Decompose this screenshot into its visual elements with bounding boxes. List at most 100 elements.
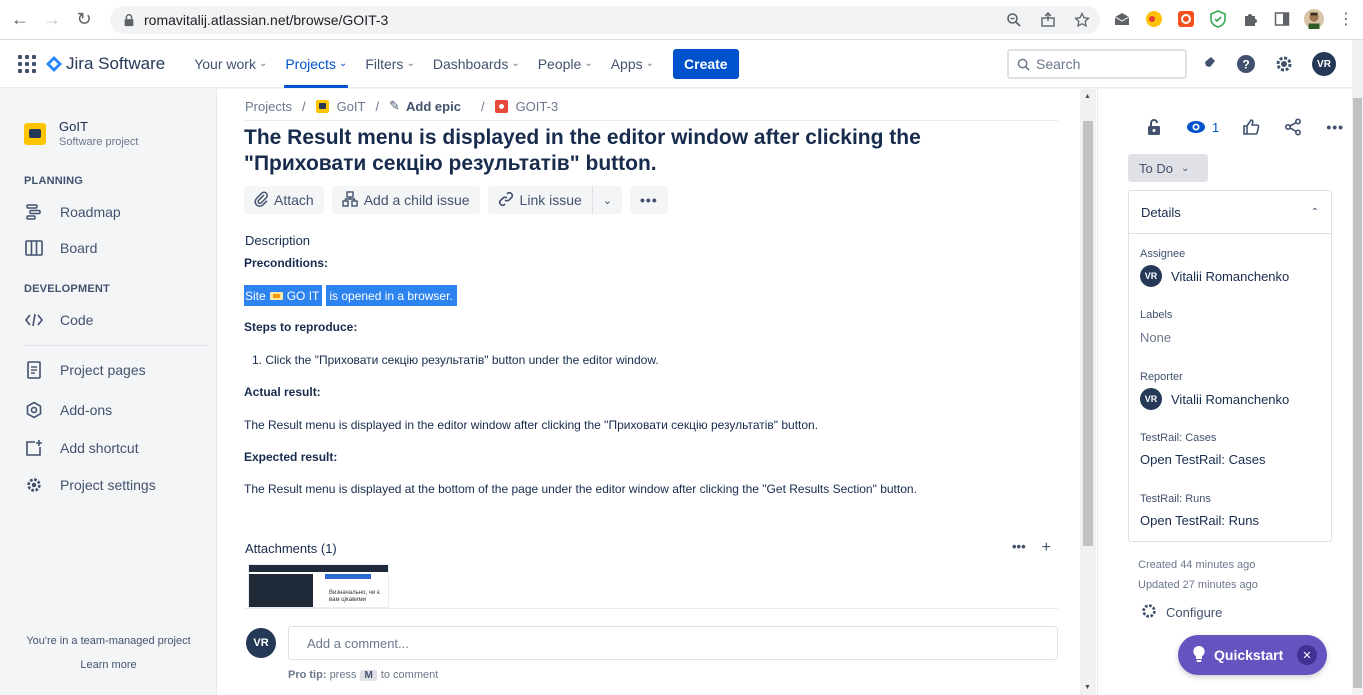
project-name: GoIT (59, 119, 88, 134)
reporter-label: Reporter (1140, 371, 1183, 383)
nav-dashboards[interactable]: Dashboards ⌄ (424, 40, 529, 88)
issue-key[interactable]: GOIT-3 (516, 99, 559, 114)
breadcrumb-project[interactable]: GoIT (337, 99, 366, 114)
nav-people[interactable]: People ⌄ (529, 40, 602, 88)
avatar: VR (1140, 265, 1162, 287)
more-horizontal-icon[interactable]: ••• (1325, 117, 1345, 137)
add-epic-link[interactable]: Add epic (406, 99, 461, 114)
chevron-down-icon: ⌄ (645, 58, 655, 69)
lock-icon[interactable] (1144, 117, 1164, 137)
record-extension-icon[interactable] (1176, 9, 1196, 29)
chevron-down-icon: ⌄ (584, 58, 593, 69)
link-issue-dropdown[interactable]: ⌄ (593, 186, 622, 214)
settings-gear-icon[interactable] (1274, 54, 1294, 74)
attachment-thumbnail[interactable]: Визначально, чи є вам цікавими (248, 564, 389, 608)
profile-avatar-icon[interactable] (1304, 9, 1324, 29)
breadcrumb: Projects / GoIT / ✎ Add epic / GOIT-3 (245, 98, 559, 114)
sidebar-item-add-shortcut[interactable]: Add shortcut (24, 438, 139, 458)
app-switcher-icon[interactable] (18, 54, 36, 73)
page-icon (24, 360, 44, 380)
bug-issue-icon (494, 99, 508, 113)
learn-more-link[interactable]: Learn more (0, 659, 217, 671)
attachments-label: Attachments (1) (245, 541, 337, 556)
comment-avatar: VR (246, 628, 276, 658)
testrail-cases-link[interactable]: Open TestRail: Cases (1140, 452, 1266, 467)
sidebar-item-project-pages[interactable]: Project pages (24, 360, 146, 380)
settings-gear-icon (24, 475, 44, 495)
watch-button[interactable]: 1 (1186, 120, 1219, 135)
testrail-runs-link[interactable]: Open TestRail: Runs (1140, 513, 1259, 528)
status-dropdown[interactable]: To Do ⌄ (1128, 154, 1208, 182)
header-divider (244, 120, 1058, 121)
details-header[interactable]: Details ⌃ (1129, 191, 1331, 234)
jira-logo[interactable]: Jira Software (46, 54, 165, 74)
browser-toolbar: ← → ↻ romavitalij.atlassian.net/browse/G… (0, 0, 1363, 40)
actual-result-label: Actual result: (244, 385, 321, 399)
quickstart-button[interactable]: Quickstart ✕ (1178, 635, 1327, 675)
top-navigation: Jira Software Your work ⌄ Projects ⌄ Filte… (0, 40, 1352, 88)
create-button[interactable]: Create (673, 48, 739, 79)
flag-extension-icon[interactable] (1144, 9, 1164, 29)
reload-icon[interactable]: ↻ (72, 8, 96, 32)
sidebar-item-board[interactable]: Board (24, 238, 97, 258)
more-actions-button[interactable]: ••• (630, 186, 668, 214)
pro-tip: Pro tip: press M to comment (288, 669, 439, 681)
preconditions-label: Preconditions: (244, 256, 329, 270)
forward-icon[interactable]: → (40, 8, 64, 32)
search-input[interactable]: Search (1007, 49, 1187, 79)
address-bar[interactable]: romavitalij.atlassian.net/browse/GOIT-3 (110, 6, 1100, 34)
comment-input[interactable]: Add a comment... (288, 626, 1058, 660)
issue-title[interactable]: The Result menu is displayed in the edit… (244, 125, 1044, 177)
user-avatar[interactable]: VR (1312, 52, 1336, 76)
chevron-down-icon: ⌄ (511, 58, 520, 69)
comment-divider (244, 608, 1058, 609)
help-icon[interactable]: ? (1236, 54, 1256, 74)
sidebar-item-project-settings[interactable]: Project settings (24, 475, 156, 495)
sidebar-item-roadmap[interactable]: Roadmap (24, 202, 121, 222)
bookmark-star-icon[interactable] (1074, 11, 1090, 31)
project-header[interactable]: GoIT Software project (24, 119, 138, 148)
sidebar-item-code[interactable]: Code (24, 310, 93, 330)
more-horizontal-icon[interactable]: ••• (1012, 539, 1026, 557)
side-panel-icon[interactable] (1272, 9, 1292, 29)
assignee-field[interactable]: VR Vitalii Romanchenko (1140, 265, 1289, 287)
link-issue-button[interactable]: Link issue (488, 186, 592, 214)
scroll-down-icon[interactable]: ▼ (1084, 684, 1091, 691)
back-icon[interactable]: ← (8, 8, 32, 32)
close-icon[interactable]: ✕ (1297, 645, 1317, 665)
notifications-icon[interactable] (1198, 54, 1218, 74)
thumbs-up-icon[interactable] (1241, 117, 1261, 137)
jira-diamond-icon (46, 55, 62, 72)
configure-button[interactable]: Configure (1140, 602, 1222, 623)
expected-result-text: The Result menu is displayed at the bott… (244, 482, 917, 496)
eye-icon (1187, 121, 1205, 133)
mail-extension-icon[interactable] (1112, 9, 1132, 29)
updated-time: Updated 27 minutes ago (1138, 579, 1258, 591)
main-scrollbar[interactable]: ▲ ▼ (1080, 89, 1096, 695)
nav-filters[interactable]: Filters ⌄ (356, 40, 424, 88)
reporter-field[interactable]: VR Vitalii Romanchenko (1140, 388, 1289, 410)
nav-apps[interactable]: Apps ⌄ (602, 40, 663, 88)
nav-your-work[interactable]: Your work ⌄ (185, 40, 276, 88)
precondition-text[interactable]: Site GO IT is opened in a browser. (244, 285, 457, 306)
nav-projects[interactable]: Projects ⌄ (276, 40, 356, 88)
page-scrollbar[interactable] (1352, 40, 1363, 695)
share-page-icon[interactable] (1040, 12, 1056, 31)
breadcrumb-projects[interactable]: Projects (245, 99, 292, 114)
add-child-issue-button[interactable]: Add a child issue (331, 186, 480, 214)
browser-menu-icon[interactable]: ⋮ (1336, 9, 1356, 29)
steps-label: Steps to reproduce: (244, 320, 358, 334)
settings-gear-icon (1140, 602, 1158, 623)
chevron-down-icon: ⌄ (1180, 162, 1190, 174)
zoom-icon[interactable] (1006, 12, 1022, 31)
shield-extension-icon[interactable] (1208, 9, 1228, 29)
sidebar-item-addons[interactable]: Add-ons (24, 400, 112, 420)
extensions-puzzle-icon[interactable] (1240, 9, 1260, 29)
labels-field[interactable]: None (1140, 330, 1171, 345)
attach-button[interactable]: Attach (244, 186, 324, 214)
scroll-up-icon[interactable]: ▲ (1084, 93, 1091, 100)
add-plus-icon[interactable]: + (1042, 539, 1051, 557)
testrail-cases-label: TestRail: Cases (1140, 432, 1217, 444)
created-time: Created 44 minutes ago (1138, 559, 1256, 571)
share-icon[interactable] (1283, 117, 1303, 137)
